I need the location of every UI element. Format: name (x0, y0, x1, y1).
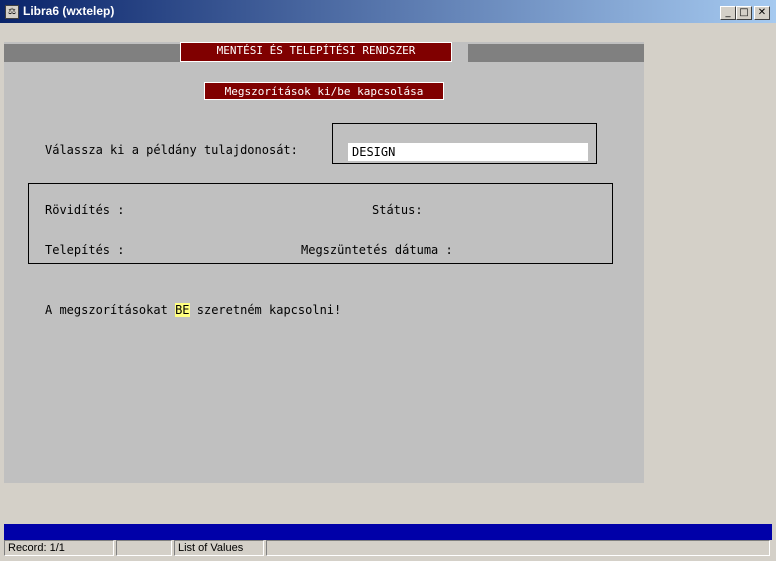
action-suffix: szeretném kapcsolni! (196, 303, 342, 317)
message-bar (4, 524, 772, 540)
action-sentence: A megszorításokat BE szeretném kapcsolni… (45, 303, 341, 317)
minimize-button[interactable]: _ (720, 6, 736, 20)
minimize-icon: _ (725, 7, 731, 18)
title-bar[interactable]: ⚖ Libra6 (wxtelep) _ □ ✕ (0, 0, 776, 24)
app-icon[interactable]: ⚖ (5, 5, 19, 19)
header-bar-right (468, 44, 644, 62)
close-icon: ✕ (757, 7, 767, 18)
system-title-banner: MENTÉSI ÉS TELEPÍTÉSI RENDSZER (180, 42, 452, 62)
owner-input[interactable] (348, 143, 588, 161)
record-indicator: Record: 1/1 (4, 540, 114, 556)
maximize-icon: □ (739, 7, 749, 18)
form-canvas: MENTÉSI ÉS TELEPÍTÉSI RENDSZER Megszorít… (4, 42, 644, 483)
status-cell-2 (116, 540, 172, 556)
termination-date-label: Megszüntetés dátuma : (301, 243, 453, 257)
window-title: Libra6 (wxtelep) (23, 4, 115, 18)
status-label: Státus: (372, 203, 423, 217)
maximize-button[interactable]: □ (736, 6, 752, 20)
status-cell-4 (266, 540, 770, 556)
toggle-value-field[interactable]: BE (175, 303, 190, 317)
abbreviation-label: Rövidítés : (45, 203, 125, 217)
list-of-values-indicator: List of Values (174, 540, 264, 556)
action-prefix: A megszorításokat (45, 303, 168, 317)
close-button[interactable]: ✕ (754, 6, 770, 20)
install-label: Telepítés : (45, 243, 125, 257)
header-bar-left (4, 44, 180, 62)
owner-prompt-label: Válassza ki a példány tulajdonosát: (45, 143, 298, 157)
subtitle-banner: Megszorítások ki/be kapcsolása (204, 82, 444, 100)
